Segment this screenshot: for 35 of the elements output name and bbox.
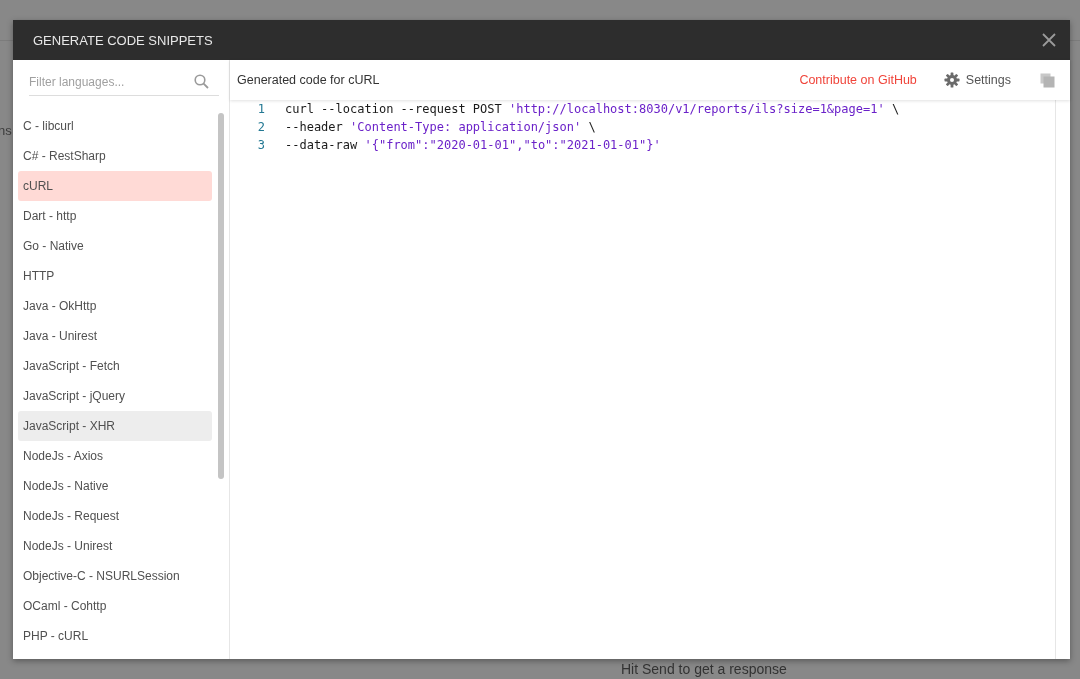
language-item[interactable]: PHP - cURL <box>18 621 212 651</box>
copy-icon[interactable] <box>1040 72 1055 88</box>
language-item[interactable]: Dart - http <box>18 201 212 231</box>
settings-button[interactable]: Settings <box>943 72 1011 88</box>
language-item[interactable]: cURL <box>18 171 212 201</box>
language-item[interactable]: HTTP <box>18 261 212 291</box>
search-icon <box>194 74 209 89</box>
language-item[interactable]: Java - OkHttp <box>18 291 212 321</box>
language-item[interactable]: NodeJs - Axios <box>18 441 212 471</box>
code-line: --data-raw '{"from":"2020-01-01","to":"2021-01-01"}' <box>285 137 661 154</box>
contribute-link[interactable]: Contribute on GitHub <box>799 73 917 87</box>
line-number: 2 <box>256 119 265 136</box>
language-item[interactable]: C - libcurl <box>18 111 212 141</box>
line-number: 1 <box>256 101 265 118</box>
code-header: Generated code for cURL <box>237 73 380 87</box>
filter-field[interactable]: Filter languages... <box>29 68 219 96</box>
close-icon[interactable] <box>1042 33 1056 47</box>
dialog-title: GENERATE CODE SNIPPETS <box>33 32 214 48</box>
language-item[interactable]: OCaml - Cohttp <box>18 591 212 621</box>
language-item[interactable]: JavaScript - jQuery <box>18 381 212 411</box>
scrollbar-thumb[interactable] <box>218 113 224 479</box>
language-item[interactable]: Go - Native <box>18 231 212 261</box>
language-item[interactable]: Objective-C - NSURLSession <box>18 561 212 591</box>
gear-icon <box>943 72 960 88</box>
language-item[interactable]: JavaScript - Fetch <box>18 351 212 381</box>
language-item[interactable]: C# - RestSharp <box>18 141 212 171</box>
language-item[interactable]: NodeJs - Unirest <box>18 531 212 561</box>
language-item[interactable]: JavaScript - XHR <box>18 411 212 441</box>
code-line: curl --location --request POST 'http://localhost:8030/v1/reports/ils?size=1&page=1' \ <box>285 101 900 118</box>
language-item[interactable]: NodeJs - Native <box>18 471 212 501</box>
response-hint: Hit Send to get a response <box>621 661 787 677</box>
line-number: 3 <box>256 137 265 154</box>
language-item[interactable]: NodeJs - Request <box>18 501 212 531</box>
code-line: --header 'Content-Type: application/json' \ <box>285 119 596 136</box>
language-item[interactable]: Java - Unirest <box>18 321 212 351</box>
